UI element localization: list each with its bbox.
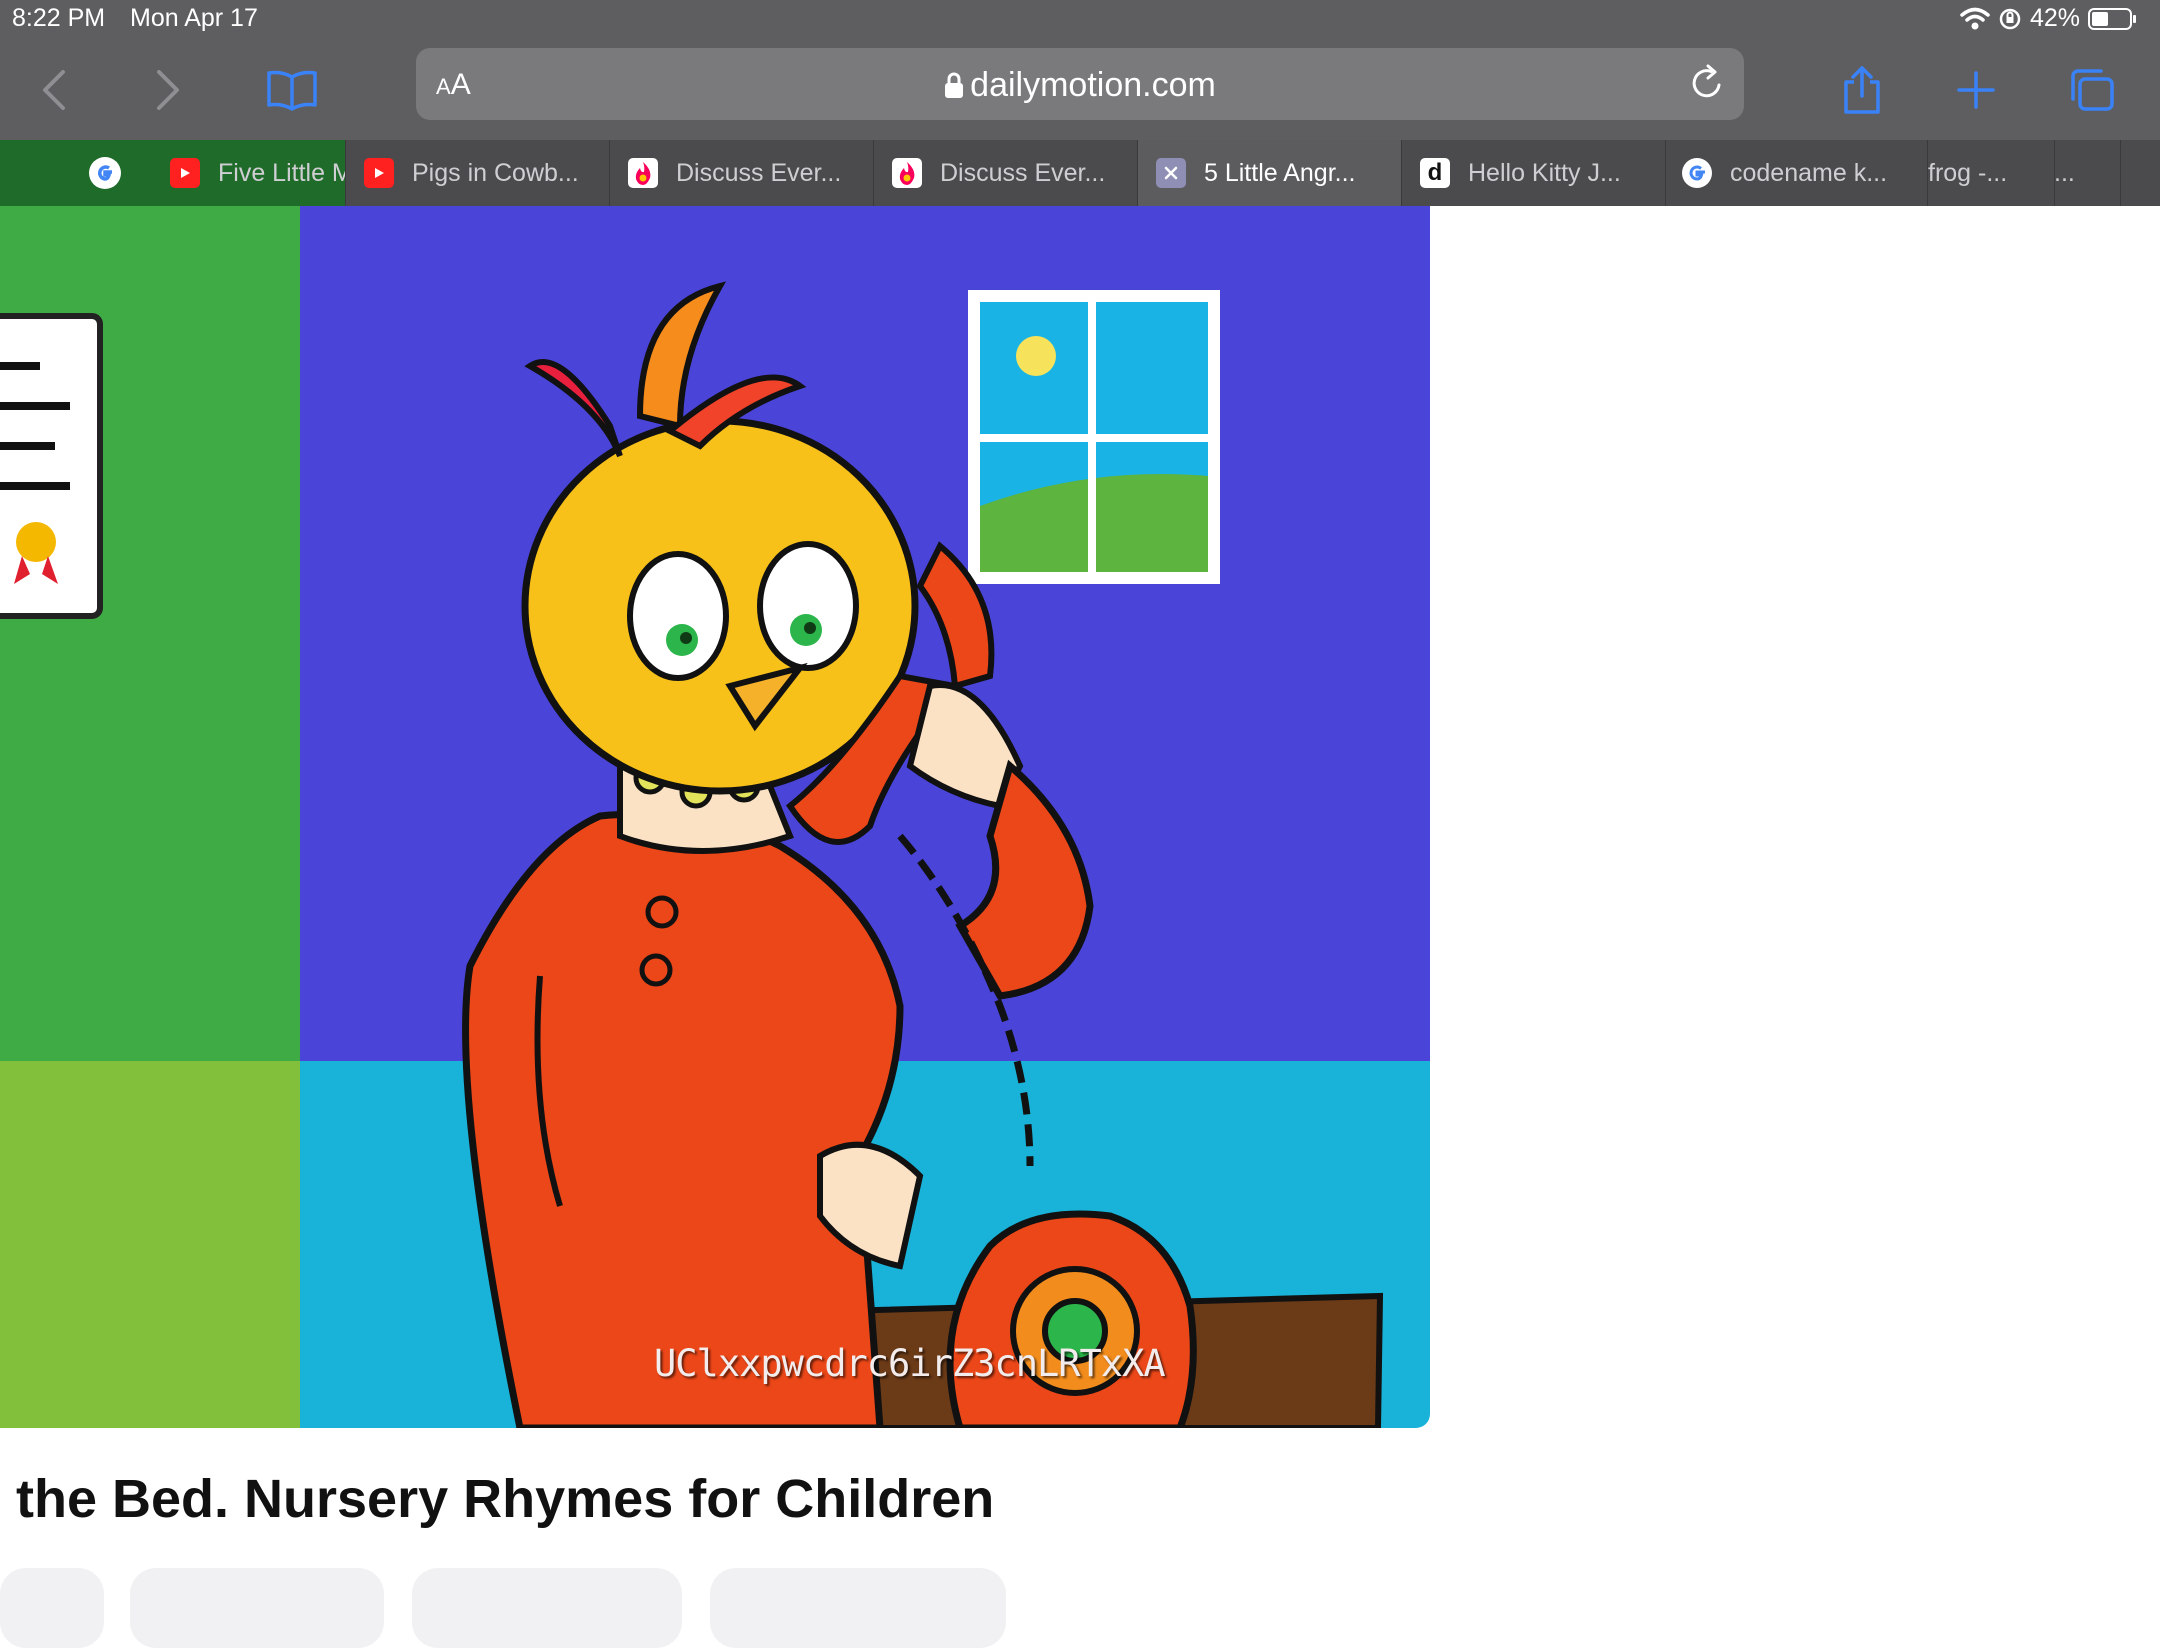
youtube-icon: [170, 158, 200, 188]
orientation-lock-icon: [1999, 8, 2021, 29]
tab-active[interactable]: 5 Little Angr...: [1138, 140, 1402, 206]
tab-0[interactable]: Five Little M: [146, 140, 346, 206]
action-chip[interactable]: [130, 1568, 384, 1648]
tab-google[interactable]: [64, 140, 147, 206]
status-date: Mon Apr 17: [130, 4, 258, 32]
fandom-icon: [892, 158, 922, 188]
forward-button[interactable]: [138, 60, 198, 120]
share-button[interactable]: [1832, 60, 1892, 120]
chevron-left-icon: [43, 70, 65, 110]
tab-bar: Five Little M Pigs in Cowb... Discuss Ev…: [0, 140, 2160, 206]
battery-percent: 42%: [2029, 4, 2080, 32]
browser-toolbar: AA dailymotion.com: [0, 40, 2160, 140]
fandom-icon: [628, 158, 658, 188]
tab-partial[interactable]: [0, 140, 65, 206]
new-tab-button[interactable]: [1946, 60, 2006, 120]
status-bar: 8:22 PM Mon Apr 17 42%: [0, 0, 2160, 40]
tab-1[interactable]: Pigs in Cowb...: [346, 140, 610, 206]
action-chip[interactable]: [0, 1568, 104, 1648]
tab-label: 5 Little Angr...: [1204, 158, 1356, 187]
video-frame: [0, 206, 1430, 1428]
tab-label: frog -...: [1928, 158, 2008, 187]
tab-label: Discuss Ever...: [940, 158, 1106, 187]
tab-label: ...: [2054, 158, 2075, 187]
lock-icon: [945, 72, 964, 98]
tab-label: Five Little M: [218, 158, 346, 187]
url-display[interactable]: dailymotion.com: [416, 66, 1744, 105]
video-player[interactable]: UClxxpwcdrc6irZ3cnLRTxXA: [0, 206, 1430, 1428]
tabs-overview-icon: [2071, 69, 2114, 111]
book-icon: [267, 70, 317, 111]
url-text: dailymotion.com: [970, 66, 1216, 104]
reload-button[interactable]: [1688, 64, 1726, 107]
google-icon: [1682, 158, 1712, 188]
wifi-icon: [1960, 7, 1990, 29]
tab-8[interactable]: ...: [2054, 140, 2121, 206]
tabs-overview-button[interactable]: [2062, 60, 2122, 120]
tab-label: codename k...: [1730, 158, 1888, 187]
youtube-icon: [364, 158, 394, 188]
chevron-right-icon: [157, 70, 179, 110]
tab-label: Discuss Ever...: [676, 158, 842, 187]
status-indicators: 42%: [1960, 4, 2138, 33]
battery-icon: [2088, 7, 2136, 30]
status-time: 8:22 PM: [12, 4, 106, 32]
tab-label: Pigs in Cowb...: [412, 158, 579, 187]
action-chip[interactable]: [412, 1568, 682, 1648]
bookmarks-button[interactable]: [262, 60, 322, 120]
reload-icon: [1692, 64, 1721, 98]
tab-7[interactable]: frog -...: [1928, 140, 2055, 206]
tab-5[interactable]: d Hello Kitty J...: [1402, 140, 1666, 206]
plus-icon: [1957, 71, 1995, 109]
address-bar[interactable]: AA dailymotion.com: [416, 48, 1744, 120]
close-tab-icon[interactable]: [1156, 158, 1186, 188]
tab-3[interactable]: Discuss Ever...: [874, 140, 1138, 206]
dailymotion-icon: d: [1420, 158, 1450, 188]
share-icon: [1844, 66, 1880, 114]
tab-label: Hello Kitty J...: [1468, 158, 1621, 187]
video-title: the Bed. Nursery Rhymes for Children: [16, 1469, 995, 1529]
google-icon: [89, 157, 121, 189]
tab-6[interactable]: codename k...: [1666, 140, 1928, 206]
action-chip[interactable]: [710, 1568, 1006, 1648]
back-button[interactable]: [24, 60, 84, 120]
tab-2[interactable]: Discuss Ever...: [610, 140, 874, 206]
video-watermark: UClxxpwcdrc6irZ3cnLRTxXA: [654, 1342, 1166, 1385]
